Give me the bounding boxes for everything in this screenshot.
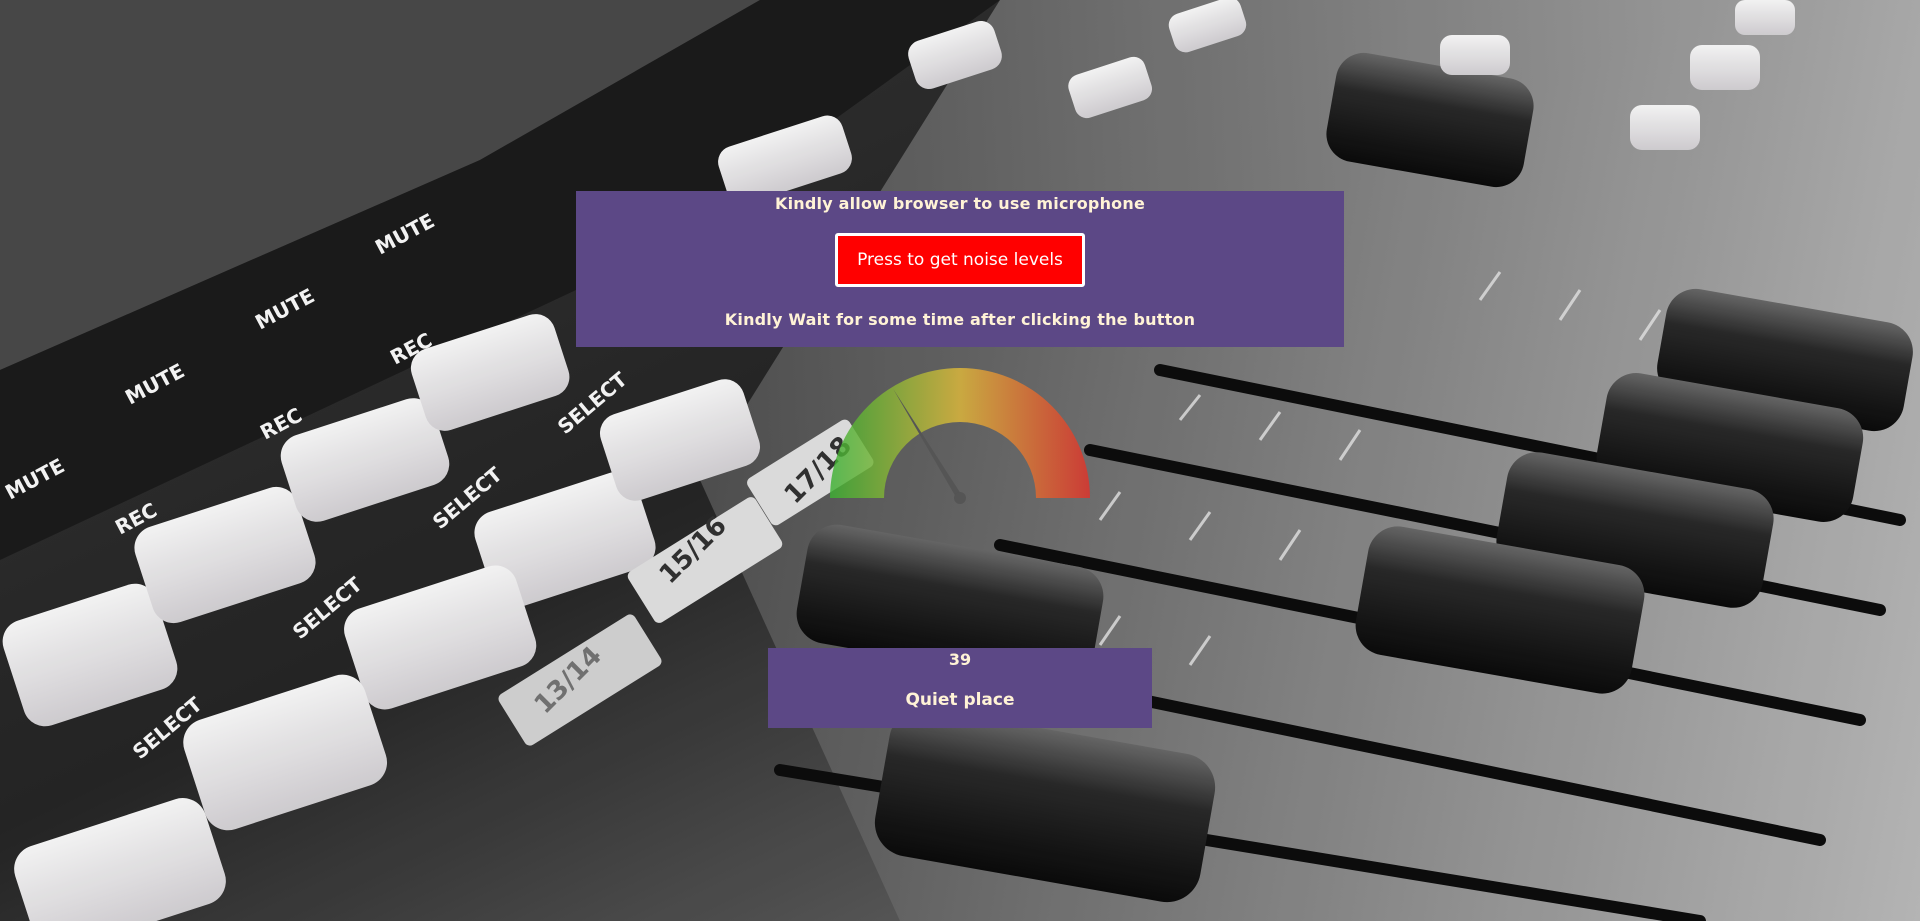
get-noise-levels-button[interactable]: Press to get noise levels xyxy=(835,233,1085,287)
gauge-arc xyxy=(830,368,1090,498)
permission-message: Kindly allow browser to use microphone xyxy=(774,194,1146,213)
wait-message: Kindly Wait for some time after clicking… xyxy=(724,310,1196,329)
noise-level-value: 39 xyxy=(948,650,972,669)
noise-level-gauge xyxy=(830,368,1090,504)
noise-result-panel: 39 Quiet place xyxy=(768,648,1152,728)
noise-status-text: Quiet place xyxy=(905,690,1015,710)
gauge-hub xyxy=(954,492,966,504)
